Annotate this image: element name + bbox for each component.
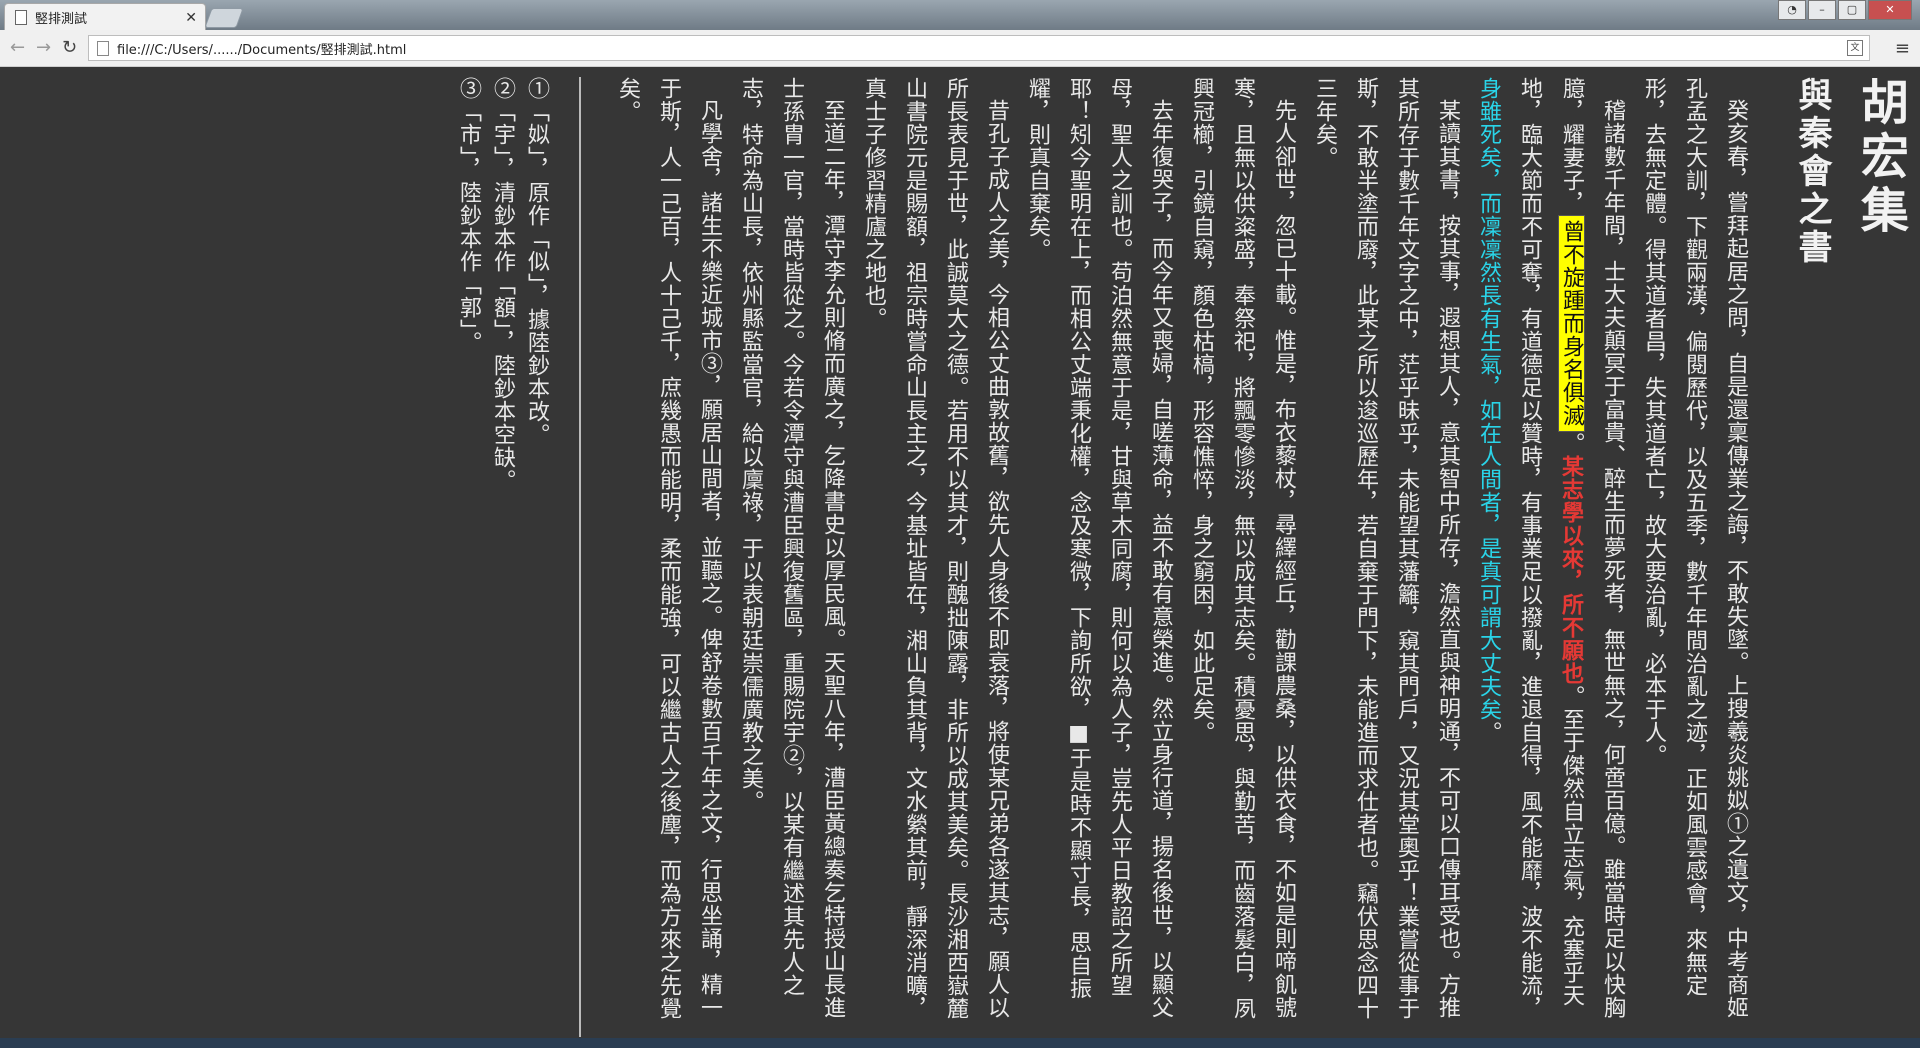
- translate-icon[interactable]: 文: [1847, 40, 1863, 56]
- page-icon: [15, 10, 27, 25]
- highlighted-phrase: 曾不旋踵而身名俱滅: [1558, 215, 1585, 432]
- paragraph-6: 昔孔子成人之美，今相公丈曲敦故舊，欲先人身後不即衰落，將使某兄弟各遂其志，願人以…: [861, 77, 1009, 1020]
- menu-icon[interactable]: ≡: [1895, 38, 1910, 59]
- file-icon: [97, 40, 109, 56]
- address-bar[interactable]: file:///C:/Users/....../Documents/竪排測試.h…: [88, 35, 1870, 61]
- paragraph-2: 稽諸數千年間，士大夫顛冥于富貴、醉生而夢死者，無世無之，何啻百億。雖當時足以快胸…: [1468, 77, 1633, 1037]
- minimize-button[interactable]: –: [1808, 0, 1836, 20]
- tab-title: 竪排測試: [35, 12, 88, 27]
- red-emphasis-phrase: 某志學以來，所不願也: [1558, 455, 1584, 685]
- forward-icon[interactable]: →: [36, 37, 51, 58]
- vertical-text-document: 胡宏集 與秦會之書 癸亥春，嘗拜起居之問，自是還稟傳業之誨，不敢失墜。上搜羲炎姚…: [120, 77, 1910, 1037]
- paragraph-8: 凡學舍，諸生不樂近城市③，願居山間者，並聽之。俾舒卷數百千年之文，行思坐誦，精一…: [615, 77, 722, 1020]
- window-controls: ◔ – ▢ ✕: [1778, 0, 1912, 20]
- paragraph-2-text-b: 。: [1559, 432, 1584, 455]
- book-title: 胡宏集: [1852, 77, 1908, 239]
- page-content: 胡宏集 與秦會之書 癸亥春，嘗拜起居之問，自是還稟傳業之誨，不敢失墜。上搜羲炎姚…: [0, 67, 1920, 1038]
- new-tab-button[interactable]: [204, 8, 244, 28]
- browser-toolbar: ← → ↻ file:///C:/Users/....../Documents/…: [0, 30, 1920, 67]
- os-taskbar: [0, 1038, 1920, 1048]
- paragraph-1: 癸亥春，嘗拜起居之問，自是還稟傳業之誨，不敢失墜。上搜羲炎姚姒①之遺文，中考商姬…: [1641, 77, 1748, 1019]
- browser-titlebar: 竪排測試 ✕ ◔ – ▢ ✕: [0, 0, 1920, 31]
- notes-divider: [579, 77, 581, 1037]
- back-icon[interactable]: ←: [10, 37, 25, 58]
- footnote-2: ②「宇」，清鈔本作「額」，陸鈔本空缺。: [490, 77, 515, 492]
- reload-icon[interactable]: ↻: [62, 37, 77, 58]
- paragraph-2-text-d: 。: [1476, 721, 1501, 744]
- paragraph-7: 至道二年，潭守李允則脩而廣之，乞降書史以厚民風。天聖八年，漕臣黃總奏乞特授山長進…: [738, 77, 845, 1019]
- cyan-emphasis-phrase: 身雖死矣，而凜凜然長有生氣，如在人間者，是真可謂大丈夫矣: [1476, 77, 1501, 721]
- close-window-button[interactable]: ✕: [1868, 0, 1912, 20]
- browser-tab[interactable]: 竪排測試 ✕: [4, 3, 206, 31]
- paragraph-5: 去年復哭子，而今年又喪婦，自嗟薄命，益不敢有意榮進。然立身行道，揚名後世，以顯父…: [1025, 77, 1173, 1019]
- footnote-3: ③「市」，陸鈔本作「郭」。: [456, 77, 481, 354]
- footnotes: ①「姒」，原作「似」，據陸鈔本改。 ②「宇」，清鈔本作「額」，陸鈔本空缺。 ③「…: [451, 77, 553, 1037]
- maximize-button[interactable]: ▢: [1838, 0, 1866, 20]
- paragraph-3: 某讀其書，按其事，遐想其人，意其智中所存，澹然直與神明通，不可以口傳耳受也。方推…: [1312, 77, 1460, 1020]
- footnote-1: ①「姒」，原作「似」，據陸鈔本改。: [524, 77, 549, 446]
- paragraph-4: 先人卻世，忽已十載。惟是，布衣藜杖，尋繹經丘，勸課農桑，以供衣食，不如是則啼飢號…: [1189, 77, 1296, 1020]
- address-url: file:///C:/Users/....../Documents/竪排測試.h…: [117, 42, 407, 58]
- user-icon[interactable]: ◔: [1778, 0, 1806, 20]
- chapter-title: 與秦會之書: [1792, 77, 1832, 267]
- close-tab-icon[interactable]: ✕: [185, 10, 197, 26]
